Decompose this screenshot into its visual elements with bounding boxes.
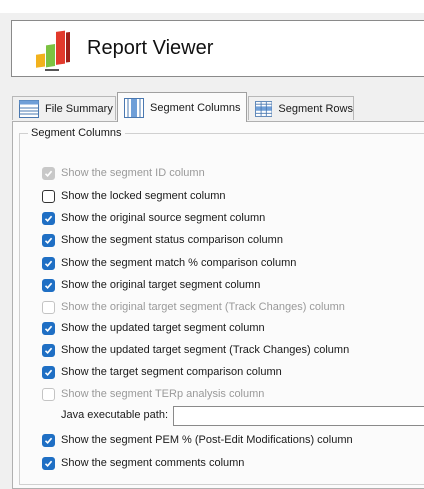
option-label: Show the original source segment column	[61, 212, 266, 224]
option-row: Show the segment ID column	[42, 165, 205, 181]
segment-rows-icon	[255, 100, 273, 117]
segment-columns-icon	[124, 97, 144, 118]
option-checkbox[interactable]	[42, 321, 55, 335]
option-checkbox[interactable]	[42, 189, 55, 203]
option-checkbox[interactable]	[42, 433, 55, 447]
option-label: Show the segment PEM % (Post-Edit Modifi…	[61, 434, 353, 446]
option-row[interactable]: Show the segment PEM % (Post-Edit Modifi…	[42, 432, 353, 448]
tab-segment-columns[interactable]: Segment Columns	[117, 92, 247, 122]
option-label: Show the segment status comparison colum…	[61, 234, 283, 246]
option-row: Show the original target segment (Track …	[42, 299, 345, 315]
option-label: Show the original target segment (Track …	[61, 301, 345, 313]
option-label: Show the segment ID column	[61, 167, 205, 179]
option-checkbox	[42, 300, 55, 314]
option-row[interactable]: Show the original target segment column	[42, 277, 260, 293]
option-label: Show the segment TERp analysis column	[61, 388, 265, 400]
option-row[interactable]: Show the locked segment column	[42, 188, 225, 204]
option-label: Show the target segment comparison colum…	[61, 366, 282, 378]
option-checkbox[interactable]	[42, 211, 55, 225]
option-row[interactable]: Show the segment status comparison colum…	[42, 232, 283, 248]
option-row: Show the segment TERp analysis column	[42, 386, 264, 402]
option-row[interactable]: Show the target segment comparison colum…	[42, 364, 282, 380]
option-checkbox[interactable]	[42, 456, 55, 470]
option-checkbox[interactable]	[42, 278, 55, 292]
option-row[interactable]: Show the segment match % comparison colu…	[42, 255, 296, 271]
java-path-input[interactable]	[173, 406, 424, 426]
option-row[interactable]: Show the segment comments column	[42, 455, 244, 471]
option-checkbox[interactable]	[42, 343, 55, 357]
group-title: Segment Columns	[28, 127, 125, 139]
tab-file-summary[interactable]: File Summary	[12, 96, 116, 120]
option-row[interactable]: Show the updated target segment column	[42, 320, 265, 336]
option-checkbox	[42, 387, 55, 401]
report-header: Report Viewer	[11, 20, 424, 77]
report-chart-logo-icon	[36, 30, 70, 71]
java-path-label: Java executable path:	[61, 409, 169, 421]
file-summary-icon	[19, 99, 39, 118]
option-row[interactable]: Show the updated target segment (Track C…	[42, 342, 349, 358]
tab-label: Segment Columns	[150, 101, 241, 114]
option-label: Show the segment match % comparison colu…	[61, 257, 297, 269]
option-checkbox[interactable]	[42, 233, 55, 247]
option-checkbox	[42, 166, 55, 180]
option-label: Show the segment comments column	[61, 457, 245, 469]
app-title: Report Viewer	[87, 37, 214, 59]
tab-label: Segment Rows	[278, 102, 353, 115]
tab-label: File Summary	[45, 102, 113, 115]
option-label: Show the updated target segment (Track C…	[61, 344, 350, 356]
option-checkbox[interactable]	[42, 256, 55, 270]
option-checkbox[interactable]	[42, 365, 55, 379]
tab-segment-rows[interactable]: Segment Rows	[248, 96, 354, 120]
option-label: Show the updated target segment column	[61, 322, 265, 334]
option-label: Show the locked segment column	[61, 190, 226, 202]
option-label: Show the original target segment column	[61, 279, 261, 291]
option-row[interactable]: Show the original source segment column	[42, 210, 265, 226]
